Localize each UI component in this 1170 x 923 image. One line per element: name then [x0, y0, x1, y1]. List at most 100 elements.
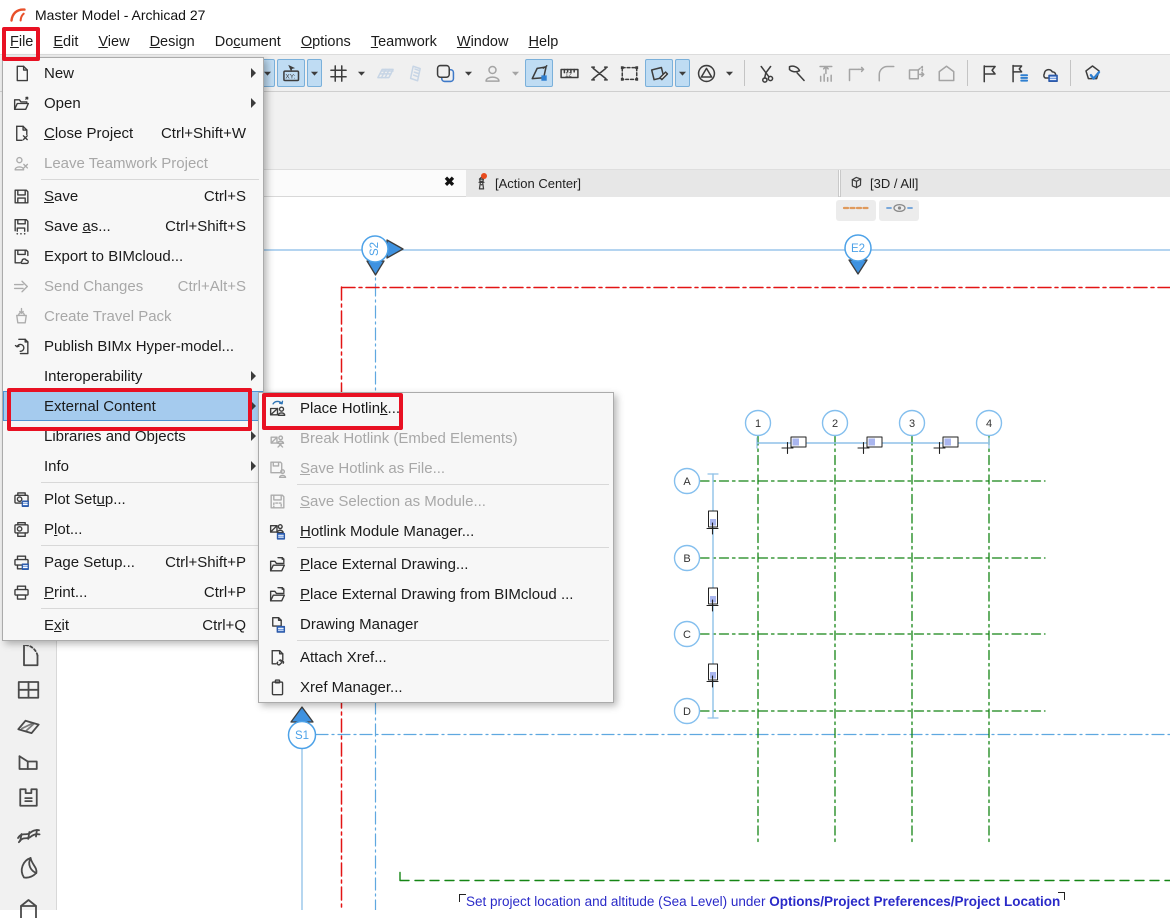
object-tool-icon[interactable]: [15, 891, 42, 918]
file-menu-item-libraries-and-objects[interactable]: Libraries and Objects: [3, 421, 263, 451]
marquee-button[interactable]: [615, 59, 643, 87]
skylight-tool-icon[interactable]: [15, 712, 42, 739]
adjust-axe-button[interactable]: [782, 59, 810, 87]
intersect-button[interactable]: [585, 59, 613, 87]
external-content-item-place-external-drawing[interactable]: Place External Drawing...: [259, 549, 613, 579]
menubar-item-design[interactable]: Design: [140, 32, 205, 52]
file-menu-item-interoperability[interactable]: Interoperability: [3, 361, 263, 391]
menu-item-label: Send Changes: [44, 278, 143, 295]
column-marker-top-3[interactable]: [934, 437, 958, 454]
virtual-trace-button[interactable]: [431, 59, 459, 87]
external-content-item-hotlink-module-manager[interactable]: Hotlink Module Manager...: [259, 516, 613, 546]
drawing-manager-icon: [268, 615, 291, 634]
dropdown-arrow-button[interactable]: [354, 59, 369, 87]
door-tool-icon[interactable]: [15, 645, 42, 672]
menubar-item-help[interactable]: Help: [518, 32, 568, 52]
corner-window-tool-icon[interactable]: [15, 748, 42, 775]
menubar-item-options[interactable]: Options: [291, 32, 361, 52]
menu-item-shortcut: Ctrl+Alt+S: [178, 278, 246, 295]
svg-text:C: C: [683, 629, 691, 641]
stair-tool-icon[interactable]: [15, 784, 42, 811]
cloud-panel-button[interactable]: [1035, 59, 1063, 87]
rotate-plane-button[interactable]: [645, 59, 673, 87]
dropdown-arrow-button[interactable]: [307, 59, 322, 87]
mesh-tool-icon[interactable]: [15, 820, 42, 847]
leave-teamwork-icon: [12, 154, 35, 173]
menu-item-label: New: [44, 65, 74, 82]
grid-bubble-C[interactable]: C: [675, 622, 700, 647]
external-content-item-xref-manager[interactable]: Xref Manager...: [259, 672, 613, 702]
new-document-icon: [12, 64, 35, 83]
column-marker-top-2[interactable]: [858, 437, 882, 454]
section-marker-s1[interactable]: S1: [289, 707, 316, 749]
menubar-item-window[interactable]: Window: [447, 32, 519, 52]
close-tab-icon[interactable]: ✖: [444, 174, 455, 190]
menubar-item-document[interactable]: Document: [205, 32, 291, 52]
file-menu-item-open[interactable]: Open: [3, 88, 263, 118]
grid-bubble-3[interactable]: 3: [900, 411, 925, 436]
plot-icon: [12, 520, 35, 539]
file-menu-item-info[interactable]: Info: [3, 451, 263, 481]
file-menu-item-external-content[interactable]: External Content: [3, 391, 263, 421]
menu-item-label: Save Selection as Module...: [300, 493, 486, 510]
text-handle-left: [459, 894, 466, 902]
grid-bubble-1[interactable]: 1: [746, 411, 771, 436]
protractor-button[interactable]: [692, 59, 720, 87]
file-menu-item-plot-setup[interactable]: Plot Setup...: [3, 484, 263, 514]
external-content-item-place-hotlink[interactable]: Place Hotlink...: [259, 393, 613, 423]
file-menu-item-export-to-bimcloud[interactable]: Export to BIMcloud...: [3, 241, 263, 271]
external-content-item-place-external-drawing-from-bimcloud[interactable]: Place External Drawing from BIMcloud ...: [259, 579, 613, 609]
column-marker-top-1[interactable]: [782, 437, 806, 454]
external-content-item-drawing-manager[interactable]: Drawing Manager: [259, 609, 613, 639]
submenu-arrow-icon: [251, 371, 256, 381]
grid-bubble-4[interactable]: 4: [977, 411, 1002, 436]
snap-grid-button[interactable]: [324, 59, 352, 87]
section-marker-s2[interactable]: S2: [362, 236, 403, 275]
file-menu-item-exit[interactable]: ExitCtrl+Q: [3, 610, 263, 640]
flag-list-button[interactable]: [1005, 59, 1033, 87]
column-marker-left-1[interactable]: [707, 511, 718, 534]
coordinates-xy-button[interactable]: XY:: [277, 59, 305, 87]
menu-item-label: Leave Teamwork Project: [44, 155, 208, 172]
column-marker-left-3[interactable]: [707, 664, 718, 687]
project-location-note: Set project location and altitude (Sea L…: [466, 894, 1060, 909]
file-menu-item-save-as[interactable]: Save as...Ctrl+Shift+S: [3, 211, 263, 241]
dimension-ruler-button[interactable]: 12: [555, 59, 583, 87]
grid-bubble-2[interactable]: 2: [823, 411, 848, 436]
flag-button[interactable]: [975, 59, 1003, 87]
file-menu-item-new[interactable]: New: [3, 58, 263, 88]
dropdown-arrow-button[interactable]: [722, 59, 737, 87]
file-menu-item-plot[interactable]: Plot...: [3, 514, 263, 544]
menubar-item-view[interactable]: View: [88, 32, 139, 52]
file-menu-item-save[interactable]: SaveCtrl+S: [3, 181, 263, 211]
tab-action-center[interactable]: [Action Center]: [466, 170, 839, 197]
grid-bubble-B[interactable]: B: [675, 546, 700, 571]
menubar-item-edit[interactable]: Edit: [43, 32, 88, 52]
magic-wand-button[interactable]: [525, 59, 553, 87]
file-menu-item-page-setup[interactable]: Page Setup...Ctrl+Shift+P: [3, 547, 263, 577]
tab-3d-all[interactable]: [3D / All]: [840, 170, 1170, 197]
menu-item-shortcut: Ctrl+Shift+P: [165, 554, 246, 571]
menubar-item-teamwork[interactable]: Teamwork: [361, 32, 447, 52]
elevation-marker-e2[interactable]: E2: [845, 235, 871, 274]
shell-tool-icon[interactable]: [15, 855, 42, 882]
publish-bimx-icon: [12, 337, 35, 356]
column-marker-left-2[interactable]: [707, 588, 718, 611]
dropdown-arrow-button[interactable]: [461, 59, 476, 87]
menu-item-label: Info: [44, 458, 69, 475]
place-external-drawing-icon: [268, 555, 291, 574]
file-menu-item-close-project[interactable]: Close ProjectCtrl+Shift+W: [3, 118, 263, 148]
menubar-item-file[interactable]: File: [0, 32, 43, 52]
file-menu-item-print[interactable]: Print...Ctrl+P: [3, 577, 263, 607]
grid-bubble-D[interactable]: D: [675, 699, 700, 724]
plot-setup-icon: [12, 490, 35, 509]
file-menu-item-publish-bimx-hyper-model[interactable]: Publish BIMx Hyper-model...: [3, 331, 263, 361]
svg-text:4: 4: [986, 418, 992, 430]
check-markup-button[interactable]: [1078, 59, 1106, 87]
split-scissors-button[interactable]: [752, 59, 780, 87]
window-tool-icon[interactable]: [15, 676, 42, 703]
grid-bubble-A[interactable]: A: [675, 469, 700, 494]
dropdown-arrow-button[interactable]: [675, 59, 690, 87]
external-content-item-attach-xref[interactable]: Attach Xref...: [259, 642, 613, 672]
tab-action-center-label: [Action Center]: [495, 176, 581, 191]
